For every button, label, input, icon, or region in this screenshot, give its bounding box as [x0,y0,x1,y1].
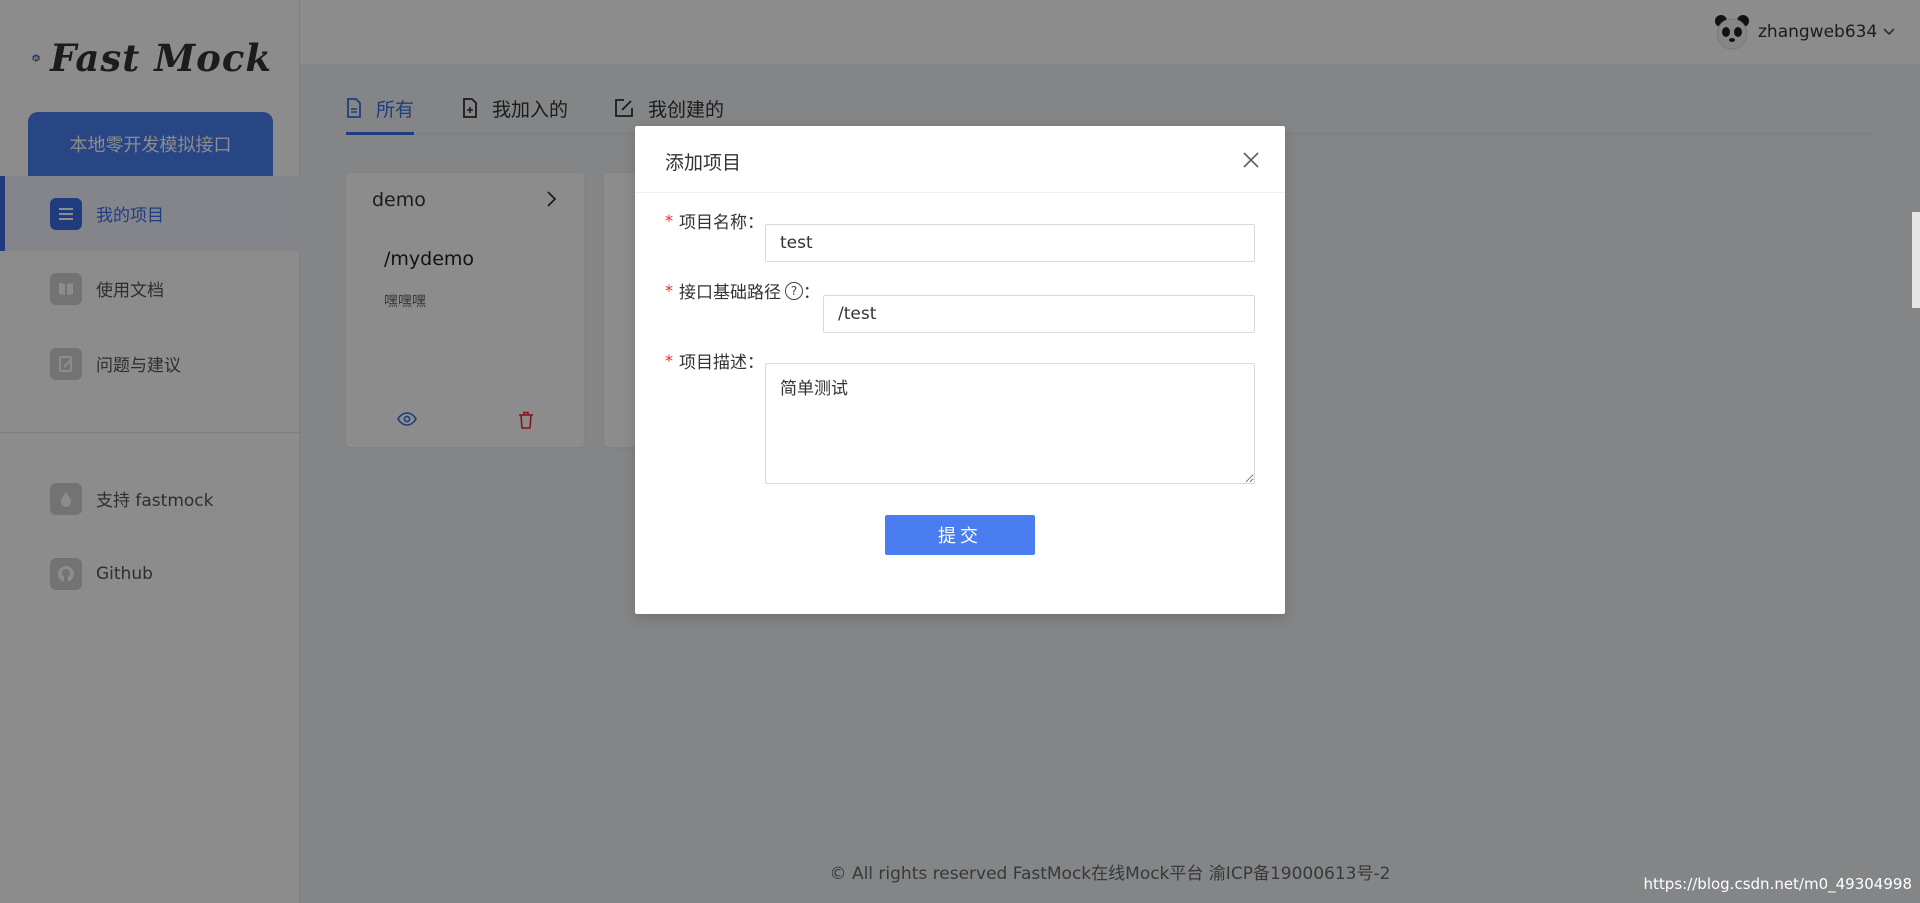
dialog-header: 添加项目 [635,126,1285,193]
field-label: 项目名称： [679,213,764,233]
submit-button[interactable]: 提交 [885,515,1035,555]
required-mark: * [665,211,673,230]
required-mark: * [665,281,673,300]
form-row-description: * 项目描述： [665,348,764,373]
dialog-title: 添加项目 [665,152,742,174]
form-row-name: * 项目名称： [665,208,764,233]
description-textarea[interactable]: 简单测试 [765,363,1255,484]
field-label: 项目描述： [679,353,764,373]
base-path-input[interactable] [823,295,1255,333]
project-name-input[interactable] [765,224,1255,262]
add-project-dialog: 添加项目 * 项目名称： * 接口基础路径?： * 项目描述： 简单测试 提交 [635,126,1285,614]
field-label: 接口基础路径?： [679,281,820,303]
scrollbar-thumb[interactable] [1912,212,1920,308]
app-root: Fast Mock 本地零开发模拟接口 我的项目 使用文档 问题与建议 支持 f… [0,0,1920,903]
question-circle-icon[interactable]: ? [785,281,803,300]
required-mark: * [665,351,673,370]
watermark-text: https://blog.csdn.net/m0_49304998 [1643,875,1912,893]
form-row-base-path: * 接口基础路径?： [665,278,820,303]
close-icon[interactable] [1239,148,1263,172]
